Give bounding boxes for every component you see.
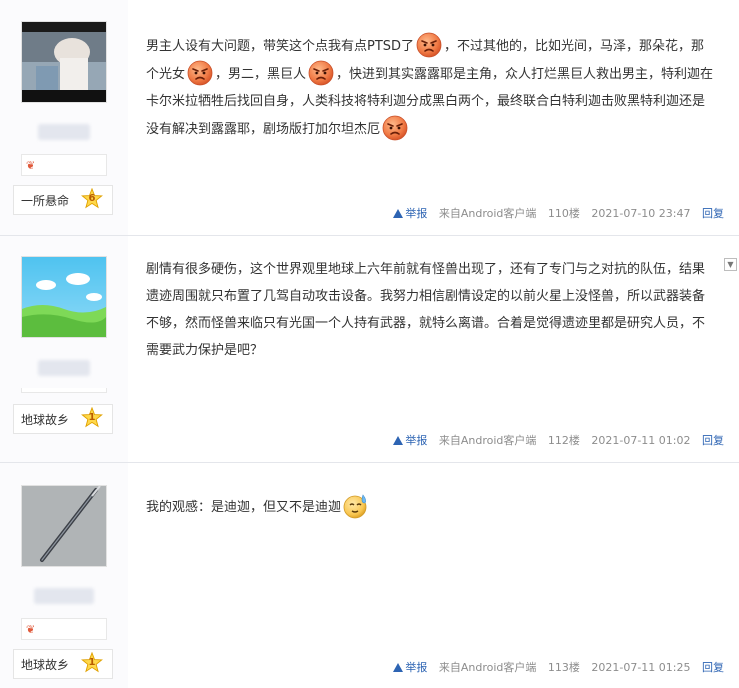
- post-content: 男主人设有大问题，带笑这个点我有点PTSD了 ，不过其他的，比如光间，马泽，那朵花…: [146, 32, 714, 143]
- badge-icon: ❦: [26, 623, 36, 636]
- collapse-toggle-icon[interactable]: ▼: [724, 258, 737, 271]
- post-source: 来自Android客户端: [438, 661, 537, 674]
- report-link[interactable]: 举报: [393, 207, 427, 220]
- floor-number: 112楼: [547, 434, 580, 447]
- angry-face-icon: [187, 60, 213, 86]
- level-badge[interactable]: 地球故乡 1: [13, 649, 113, 679]
- angry-face-icon: [382, 115, 408, 141]
- post-110: ❦ 一所悬命 6 男主人设有大问题，带笑这个点我有点PTSD了 ，不过其他的，比如…: [0, 0, 739, 236]
- reply-link[interactable]: 回复: [702, 661, 724, 674]
- floor-number: 110楼: [547, 207, 580, 220]
- user-title: 地球故乡: [21, 413, 70, 427]
- floor-number: 113楼: [547, 661, 580, 674]
- username-blurred[interactable]: [38, 360, 90, 376]
- report-link[interactable]: 举报: [393, 434, 427, 447]
- level-badge[interactable]: 一所悬命 6: [13, 185, 113, 215]
- warning-icon: [393, 209, 404, 218]
- avatar-image: [22, 486, 106, 566]
- reply-link[interactable]: 回复: [702, 207, 724, 220]
- member-badge: ❦: [21, 154, 107, 176]
- post-time: 2021-07-11 01:02: [591, 434, 691, 447]
- post-text-1: 男主人设有大问题，带笑这个点我有点PTSD了: [146, 39, 415, 54]
- post-meta: 举报 来自Android客户端 113楼 2021-07-11 01:25 回复: [385, 659, 724, 675]
- post-time: 2021-07-10 23:47: [591, 207, 691, 220]
- level-badge[interactable]: 地球故乡 1: [13, 404, 113, 434]
- report-link[interactable]: 举报: [393, 661, 427, 674]
- level-number: 1: [88, 412, 96, 423]
- warning-icon: [393, 436, 404, 445]
- level-star-icon: 1: [81, 652, 103, 674]
- reply-link[interactable]: 回复: [702, 434, 724, 447]
- post-text: 我的观感：是迪迦，但又不是迪迦: [146, 500, 342, 515]
- post-meta: 举报 来自Android客户端 112楼 2021-07-11 01:02 回复: [385, 432, 724, 448]
- post-content: 剧情有很多硬伤，这个世界观里地球上六年前就有怪兽出现了，还有了专门与之对抗的队伍…: [146, 262, 706, 358]
- post-source: 来自Android客户端: [438, 207, 537, 220]
- avatar-image: [22, 257, 106, 337]
- post-meta: 举报 来自Android客户端 110楼 2021-07-10 23:47 回复: [385, 205, 724, 221]
- member-badge: ❦: [21, 618, 107, 640]
- post-112: 地球故乡 1 ▼ 剧情有很多硬伤，这个世界观里地球上六年前就有怪兽出现了，还有了…: [0, 236, 739, 463]
- warning-icon: [393, 663, 404, 672]
- post-text-3: ，男二，黑巨人: [215, 67, 307, 82]
- username-blurred[interactable]: [34, 588, 94, 604]
- avatar-image: [22, 22, 106, 102]
- level-number: 1: [88, 657, 96, 668]
- badge-icon: ❦: [26, 159, 36, 172]
- post-time: 2021-07-11 01:25: [591, 661, 691, 674]
- user-title: 一所悬命: [21, 194, 70, 208]
- avatar[interactable]: [21, 256, 107, 338]
- member-badge: [21, 388, 107, 393]
- level-star-icon: 6: [81, 188, 103, 210]
- avatar[interactable]: [21, 21, 107, 103]
- sweat-face-icon: [343, 493, 369, 519]
- angry-face-icon: [308, 60, 334, 86]
- username-blurred[interactable]: [38, 124, 90, 140]
- post-source: 来自Android客户端: [438, 434, 537, 447]
- user-title: 地球故乡: [21, 658, 70, 672]
- avatar[interactable]: [21, 485, 107, 567]
- level-star-icon: 1: [81, 407, 103, 429]
- post-113: ❦ 地球故乡 1 我的观感：是迪迦，但又不是迪迦 举报 来自Android客户端…: [0, 463, 739, 688]
- level-number: 6: [88, 193, 96, 204]
- angry-face-icon: [416, 32, 442, 58]
- post-content: 我的观感：是迪迦，但又不是迪迦: [146, 493, 714, 521]
